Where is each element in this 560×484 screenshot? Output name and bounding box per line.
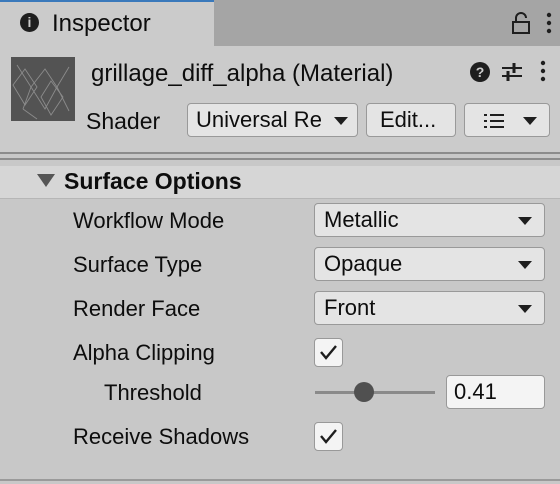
material-preview-thumbnail bbox=[11, 57, 75, 121]
render-face-value: Front bbox=[324, 295, 376, 320]
surface-type-label: Surface Type bbox=[73, 252, 203, 277]
tab-title: Inspector bbox=[52, 10, 151, 37]
chevron-down-icon bbox=[518, 261, 532, 269]
render-face-dropdown[interactable]: Front bbox=[314, 291, 545, 325]
material-header: grillage_diff_alpha (Material) ? Shader … bbox=[0, 46, 560, 152]
material-name: grillage_diff_alpha (Material) bbox=[91, 60, 394, 87]
workflow-mode-dropdown[interactable]: Metallic bbox=[314, 203, 545, 237]
shader-dropdown[interactable]: Universal Re bbox=[187, 103, 358, 137]
shader-label: Shader bbox=[86, 108, 161, 134]
render-face-label: Render Face bbox=[73, 296, 201, 321]
surface-type-value: Opaque bbox=[324, 251, 403, 276]
lock-icon[interactable] bbox=[510, 12, 532, 34]
info-icon: i bbox=[20, 13, 39, 32]
threshold-value: 0.41 bbox=[454, 379, 497, 404]
surface-options-foldout[interactable]: Surface Options bbox=[0, 166, 560, 199]
edit-shader-button[interactable]: Edit... bbox=[366, 103, 456, 137]
surface-type-dropdown[interactable]: Opaque bbox=[314, 247, 545, 281]
checkmark-icon bbox=[320, 429, 337, 444]
alpha-clipping-label: Alpha Clipping bbox=[73, 340, 215, 365]
shader-value: Universal Re bbox=[196, 107, 322, 132]
preset-sliders-icon[interactable] bbox=[500, 60, 524, 84]
threshold-value-field[interactable]: 0.41 bbox=[446, 375, 545, 409]
kebab-menu-icon[interactable] bbox=[536, 60, 550, 82]
material-list-dropdown[interactable] bbox=[464, 103, 550, 137]
list-icon bbox=[484, 114, 504, 128]
svg-text:?: ? bbox=[476, 64, 485, 80]
header-divider bbox=[0, 152, 560, 154]
receive-shadows-checkbox[interactable] bbox=[314, 422, 343, 451]
threshold-slider-handle[interactable] bbox=[354, 382, 375, 402]
panel-bottom-divider bbox=[0, 479, 560, 481]
chevron-down-icon bbox=[518, 217, 532, 225]
chevron-down-icon bbox=[518, 305, 532, 313]
header-divider bbox=[0, 158, 560, 160]
chevron-down-icon bbox=[523, 117, 537, 125]
workflow-mode-value: Metallic bbox=[324, 207, 399, 232]
checkmark-icon bbox=[320, 345, 337, 360]
kebab-menu-icon[interactable] bbox=[542, 12, 556, 34]
tab-inspector[interactable]: i Inspector bbox=[0, 0, 214, 46]
section-title: Surface Options bbox=[64, 168, 242, 194]
workflow-mode-label: Workflow Mode bbox=[73, 208, 225, 233]
receive-shadows-label: Receive Shadows bbox=[73, 424, 250, 449]
threshold-slider-track[interactable] bbox=[315, 391, 435, 394]
alpha-clipping-checkbox[interactable] bbox=[314, 338, 343, 367]
help-icon[interactable]: ? bbox=[469, 61, 491, 83]
edit-button-label: Edit... bbox=[380, 107, 437, 132]
chevron-down-icon bbox=[334, 117, 348, 125]
tab-bar: i Inspector bbox=[0, 0, 560, 46]
foldout-triangle-icon bbox=[37, 174, 55, 187]
threshold-label: Threshold bbox=[104, 380, 202, 405]
